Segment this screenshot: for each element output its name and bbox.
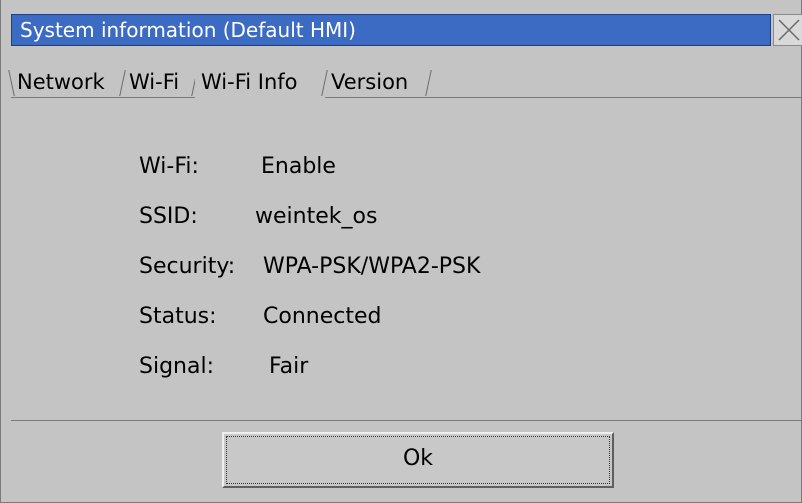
- signal-value: Fair: [269, 354, 309, 379]
- tab-bar: Network Wi-Fi Wi-Fi Info Version: [8, 50, 802, 99]
- tab-wifi-info[interactable]: Wi-Fi Info: [195, 66, 328, 99]
- tab-network[interactable]: Network: [8, 66, 126, 98]
- tab-wifi[interactable]: Wi-Fi: [123, 66, 198, 98]
- wifi-value: Enable: [261, 154, 336, 179]
- wifi-label: Wi-Fi:: [139, 154, 199, 179]
- ok-button[interactable]: Ok: [222, 432, 614, 488]
- status-value: Connected: [263, 304, 382, 329]
- signal-label: Signal:: [139, 354, 214, 379]
- ssid-label: SSID:: [139, 204, 198, 229]
- tab-wifi-info-label: Wi-Fi Info: [201, 70, 298, 94]
- security-label: Security:: [139, 254, 236, 279]
- title-bar[interactable]: System information (Default HMI): [11, 14, 771, 46]
- status-label: Status:: [139, 304, 217, 329]
- ssid-row: SSID: weintek_os: [139, 203, 377, 231]
- tab-version[interactable]: Version: [325, 66, 432, 98]
- wifi-info-panel: Wi-Fi: Enable SSID: weintek_os Security: WP…: [11, 98, 802, 418]
- signal-row: Signal: Fair: [139, 353, 308, 381]
- ssid-value: weintek_os: [255, 204, 378, 229]
- tab-network-label: Network: [17, 70, 105, 94]
- window-title: System information (Default HMI): [20, 18, 356, 42]
- system-info-dialog: System information (Default HMI) Network…: [0, 0, 802, 503]
- close-button[interactable]: [773, 14, 802, 46]
- tab-wifi-label: Wi-Fi: [129, 70, 180, 94]
- close-icon: [778, 19, 800, 41]
- footer-divider: [11, 420, 802, 421]
- security-value: WPA-PSK/WPA2-PSK: [263, 254, 481, 279]
- focus-outline: [226, 436, 610, 484]
- status-row: Status: Connected: [139, 303, 381, 331]
- wifi-row: Wi-Fi: Enable: [139, 153, 336, 181]
- tab-version-label: Version: [331, 70, 409, 94]
- security-row: Security: WPA-PSK/WPA2-PSK: [139, 253, 480, 281]
